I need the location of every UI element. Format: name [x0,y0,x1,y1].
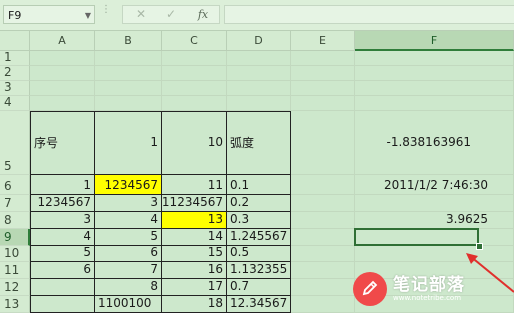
watermark-url: www.notetribe.com [393,294,462,302]
watermark: 笔记部落 www.notetribe.com [353,268,514,311]
watermark-brand: 笔记部落 [393,275,465,295]
annotation-arrow [466,253,514,293]
pencil-logo-icon [353,272,387,306]
